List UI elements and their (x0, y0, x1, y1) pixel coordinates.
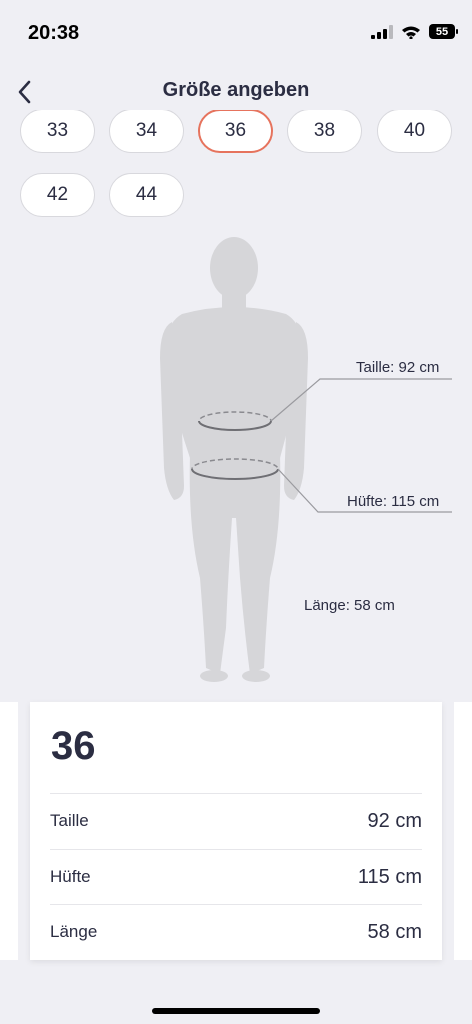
row-value: 115 cm (357, 865, 422, 888)
row-value: 92 cm (367, 809, 422, 832)
card-row-length: Länge 58 cm (50, 904, 422, 959)
cellular-signal-icon (371, 24, 393, 39)
measurement-figure: Taille: 92 cm Hüfte: 115 cm Länge: 58 cm (0, 228, 472, 688)
size-option-40[interactable]: 40 (377, 110, 452, 153)
row-value: 58 cm (367, 920, 422, 943)
row-label: Taille (50, 811, 89, 830)
size-option-38[interactable]: 38 (287, 110, 362, 153)
size-option-42[interactable]: 42 (20, 173, 95, 217)
status-icons: 55 (371, 24, 458, 39)
length-measurement-label: Länge: 58 cm (304, 597, 395, 614)
size-option-44[interactable]: 44 (109, 173, 184, 217)
status-bar: 20:38 55 (0, 0, 472, 70)
battery-icon: 55 (429, 24, 458, 39)
wifi-icon (402, 26, 420, 39)
waist-measurement-label: Taille: 92 cm (356, 359, 440, 376)
next-size-card[interactable] (454, 702, 472, 960)
size-selector: 33 34 36 38 40 42 44 (0, 110, 472, 220)
hip-measurement-label: Hüfte: 115 cm (347, 493, 440, 510)
battery-level: 55 (429, 24, 455, 39)
page-title: Größe angeben (162, 79, 310, 101)
size-detail-card[interactable]: 36 Taille 92 cm Hüfte 115 cm Länge 58 cm (30, 702, 442, 960)
row-label: Länge (50, 922, 98, 941)
size-option-33[interactable]: 33 (20, 110, 95, 153)
card-row-waist: Taille 92 cm (50, 793, 422, 848)
card-row-hip: Hüfte 115 cm (50, 849, 422, 904)
row-label: Hüfte (50, 867, 91, 886)
size-option-36-selected[interactable]: 36 (198, 110, 273, 153)
card-size-value: 36 (51, 724, 96, 768)
nav-bar: Größe angeben (0, 70, 472, 114)
body-silhouette-icon (160, 237, 452, 682)
home-indicator[interactable] (152, 1008, 320, 1014)
size-option-34[interactable]: 34 (109, 110, 184, 153)
status-time: 20:38 (28, 22, 80, 44)
previous-size-card[interactable] (0, 702, 18, 960)
